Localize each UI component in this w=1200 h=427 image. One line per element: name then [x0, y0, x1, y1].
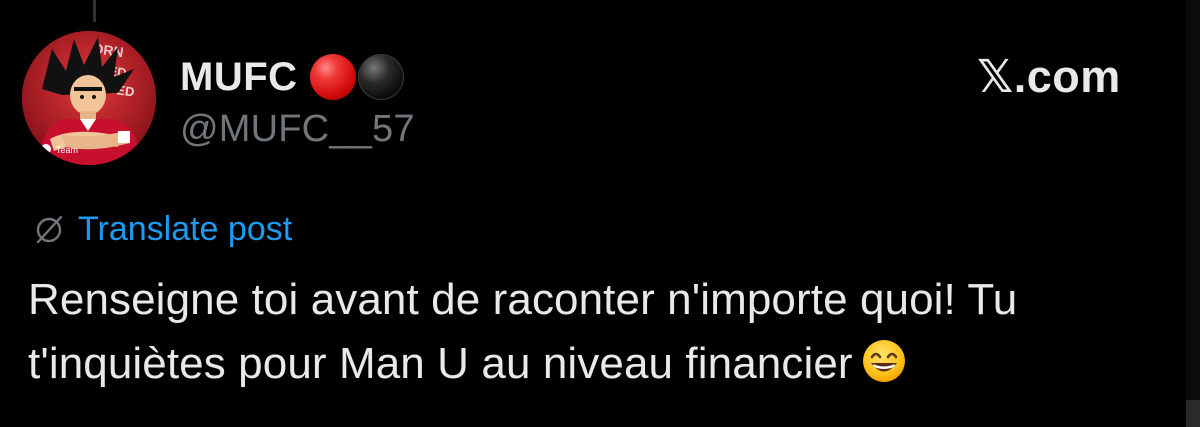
post-text-line: t'inquiètes pour Man U au niveau financi… [28, 339, 853, 388]
screen-edge-corner [1186, 400, 1200, 427]
display-name[interactable]: MUFC [180, 55, 298, 100]
globe-slash-icon [36, 215, 63, 244]
post-text: Renseigne toi avant de raconter n'import… [28, 268, 1178, 396]
screen-edge [1186, 0, 1200, 427]
grinning-face-emoji-icon [862, 340, 905, 382]
translate-post-label[interactable]: Translate post [78, 210, 292, 249]
avatar[interactable]: ORN ED TED Team [22, 31, 156, 165]
avatar-image: ORN ED TED Team [22, 31, 156, 165]
post-card: ORN ED TED Team MUFC @MUFC__57 𝕏.com Tra… [0, 0, 1200, 427]
display-name-row[interactable]: MUFC [180, 52, 404, 102]
user-handle[interactable]: @MUFC__57 [180, 108, 415, 151]
post-text-line: Renseigne toi avant de raconter n'import… [28, 275, 1018, 324]
x-brand-label: 𝕏.com [977, 51, 1121, 102]
red-circle-icon [309, 54, 356, 100]
black-circle-icon [357, 54, 404, 100]
post-text-line-2: t'inquiètes pour Man U au niveau financi… [28, 332, 1178, 396]
translate-post-link[interactable]: Translate post [32, 207, 292, 251]
svg-text:Team: Team [56, 145, 78, 155]
thread-line [93, 0, 96, 22]
